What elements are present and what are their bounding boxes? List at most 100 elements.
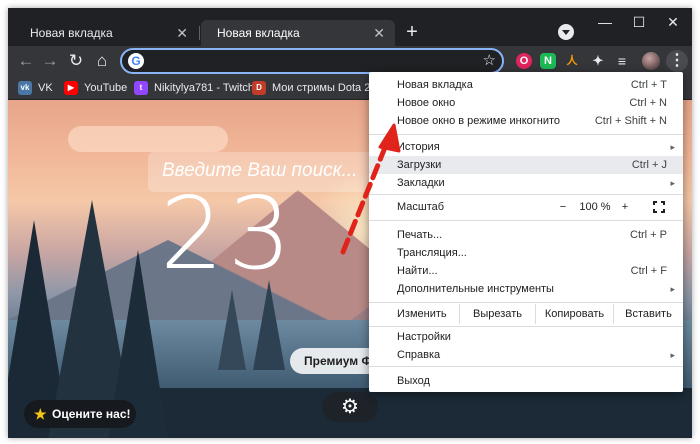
tab-active[interactable]: Новая вкладка ✕: [201, 20, 395, 46]
menu-item-label: Новое окно: [397, 97, 456, 109]
chevron-right-icon: ▸: [670, 284, 675, 294]
address-bar[interactable]: G ☆: [120, 48, 504, 74]
menu-item-exit[interactable]: Выход: [369, 372, 683, 390]
bookmark-label: Nikitylya781 - Twitch: [154, 82, 255, 94]
twitch-icon: t: [134, 81, 148, 95]
tab-search-icon[interactable]: [558, 24, 574, 40]
reload-button[interactable]: ↻: [64, 49, 88, 73]
tab-title: Новая вкладка: [30, 26, 113, 40]
menu-item-label: История: [397, 141, 440, 153]
dota-icon: D: [252, 81, 266, 95]
paste-button[interactable]: Вставить: [613, 304, 683, 324]
zoom-in-button[interactable]: +: [617, 198, 633, 216]
tab-close-icon[interactable]: ✕: [373, 20, 385, 46]
menu-item-label: Трансляция...: [397, 247, 467, 259]
bookmark-label: Мои стримы Dota 2: [272, 82, 371, 94]
menu-item-label: Изменить: [397, 308, 447, 320]
bookmark-label: YouTube: [84, 82, 128, 94]
menu-item-downloads[interactable]: Загрузки Ctrl + J: [369, 156, 683, 174]
menu-item-label: Настройки: [397, 331, 451, 343]
menu-item-label: Дополнительные инструменты: [397, 283, 554, 295]
tab-strip: Новая вкладка ✕ Новая вкладка ✕ + — ☐ ✕: [8, 8, 692, 46]
tab-inactive[interactable]: Новая вкладка ✕: [14, 20, 198, 46]
menu-divider: [369, 134, 683, 135]
opera-ext-icon[interactable]: O: [516, 53, 532, 69]
chevron-right-icon: ▸: [670, 350, 675, 360]
cut-button[interactable]: Вырезать: [459, 304, 535, 324]
chevron-right-icon: ▸: [670, 178, 675, 188]
rate-us-label: Оцените нас!: [52, 407, 131, 421]
background-cloud: [68, 126, 228, 152]
youtube-icon: ▶: [64, 81, 78, 95]
menu-shortcut: Ctrl + T: [630, 79, 667, 91]
rate-us-button[interactable]: ★ Оцените нас!: [24, 400, 136, 428]
address-input[interactable]: [150, 52, 480, 70]
bookmark-star-icon[interactable]: ☆: [483, 51, 496, 71]
newtab-settings-button[interactable]: ⚙: [322, 392, 378, 422]
chrome-menu: Новая вкладка Ctrl + T Новое окно Ctrl +…: [369, 72, 683, 392]
menu-shortcut: Ctrl + N: [629, 97, 667, 109]
chrome-menu-button[interactable]: ⋮: [666, 50, 688, 72]
menu-divider: [369, 326, 683, 327]
maximize-button[interactable]: ☐: [622, 10, 656, 34]
menu-divider: [369, 302, 683, 303]
menu-shortcut: Ctrl + F: [630, 265, 667, 277]
figure-ext-icon[interactable]: 人: [564, 53, 580, 69]
menu-shortcut: Ctrl + Shift + N: [594, 115, 667, 127]
tab-title: Новая вкладка: [217, 26, 300, 40]
zoom-out-button[interactable]: −: [555, 198, 571, 216]
menu-item-incognito[interactable]: Новое окно в режиме инкогнито Ctrl + Shi…: [369, 112, 683, 130]
copy-button[interactable]: Копировать: [535, 304, 613, 324]
google-icon: G: [128, 53, 144, 69]
menu-item-cast[interactable]: Трансляция...: [369, 244, 683, 262]
menu-item-label: Новое окно в режиме инкогнито: [397, 115, 561, 127]
tab-close-icon[interactable]: ✕: [176, 20, 188, 46]
menu-item-label: Печать...: [397, 229, 443, 241]
bookmark-youtube[interactable]: ▶ YouTube: [64, 80, 127, 96]
gear-icon: ⚙: [341, 396, 359, 418]
notes-ext-icon[interactable]: N: [540, 53, 556, 69]
star-icon: ★: [34, 406, 47, 422]
menu-edit-row: Изменить Вырезать Копировать Вставить: [369, 304, 683, 324]
fullscreen-icon[interactable]: [653, 201, 665, 213]
forward-button[interactable]: →: [38, 49, 62, 73]
tab-separator: [199, 26, 200, 40]
menu-item-bookmarks[interactable]: Закладки ▸: [369, 174, 683, 192]
minimize-button[interactable]: —: [588, 10, 622, 34]
puzzle-icon[interactable]: ✦: [590, 53, 606, 69]
close-window-button[interactable]: ✕: [656, 10, 690, 34]
menu-divider: [369, 366, 683, 367]
chevron-right-icon: ▸: [670, 142, 675, 152]
menu-item-more-tools[interactable]: Дополнительные инструменты ▸: [369, 280, 683, 298]
bookmark-vk[interactable]: vk VK: [18, 80, 53, 96]
menu-divider: [369, 220, 683, 221]
bookmark-label: VK: [38, 82, 53, 94]
vk-icon: vk: [18, 81, 32, 95]
menu-divider: [369, 194, 683, 195]
back-button[interactable]: ←: [14, 49, 38, 73]
menu-item-help[interactable]: Справка ▸: [369, 346, 683, 364]
menu-item-label: Загрузки: [397, 159, 442, 171]
menu-item-label: Справка: [397, 349, 441, 361]
browser-window: Новая вкладка ✕ Новая вкладка ✕ + — ☐ ✕ …: [8, 8, 692, 438]
menu-item-print[interactable]: Печать... Ctrl + P: [369, 226, 683, 244]
menu-shortcut: Ctrl + J: [631, 159, 667, 171]
menu-item-new-tab[interactable]: Новая вкладка Ctrl + T: [369, 76, 683, 94]
menu-item-label: Найти...: [397, 265, 438, 277]
avatar[interactable]: [642, 52, 660, 70]
menu-item-history[interactable]: История ▸: [369, 138, 683, 156]
bookmark-twitch[interactable]: t Nikitylya781 - Twitch: [134, 80, 254, 96]
menu-item-label: Масштаб: [397, 201, 445, 213]
new-tab-button[interactable]: +: [400, 20, 424, 46]
menu-item-new-window[interactable]: Новое окно Ctrl + N: [369, 94, 683, 112]
menu-item-find[interactable]: Найти... Ctrl + F: [369, 262, 683, 280]
menu-item-label: Новая вкладка: [397, 79, 473, 91]
background-tree: [218, 290, 246, 370]
menu-item-label: Закладки: [397, 177, 445, 189]
clock-display: 23: [160, 175, 296, 292]
bookmark-dota[interactable]: D Мои стримы Dota 2: [252, 80, 370, 96]
menu-item-settings[interactable]: Настройки: [369, 328, 683, 346]
zoom-value: 100 %: [579, 201, 611, 213]
playlist-icon[interactable]: ≡: [614, 53, 630, 69]
home-button[interactable]: ⌂: [90, 49, 114, 73]
